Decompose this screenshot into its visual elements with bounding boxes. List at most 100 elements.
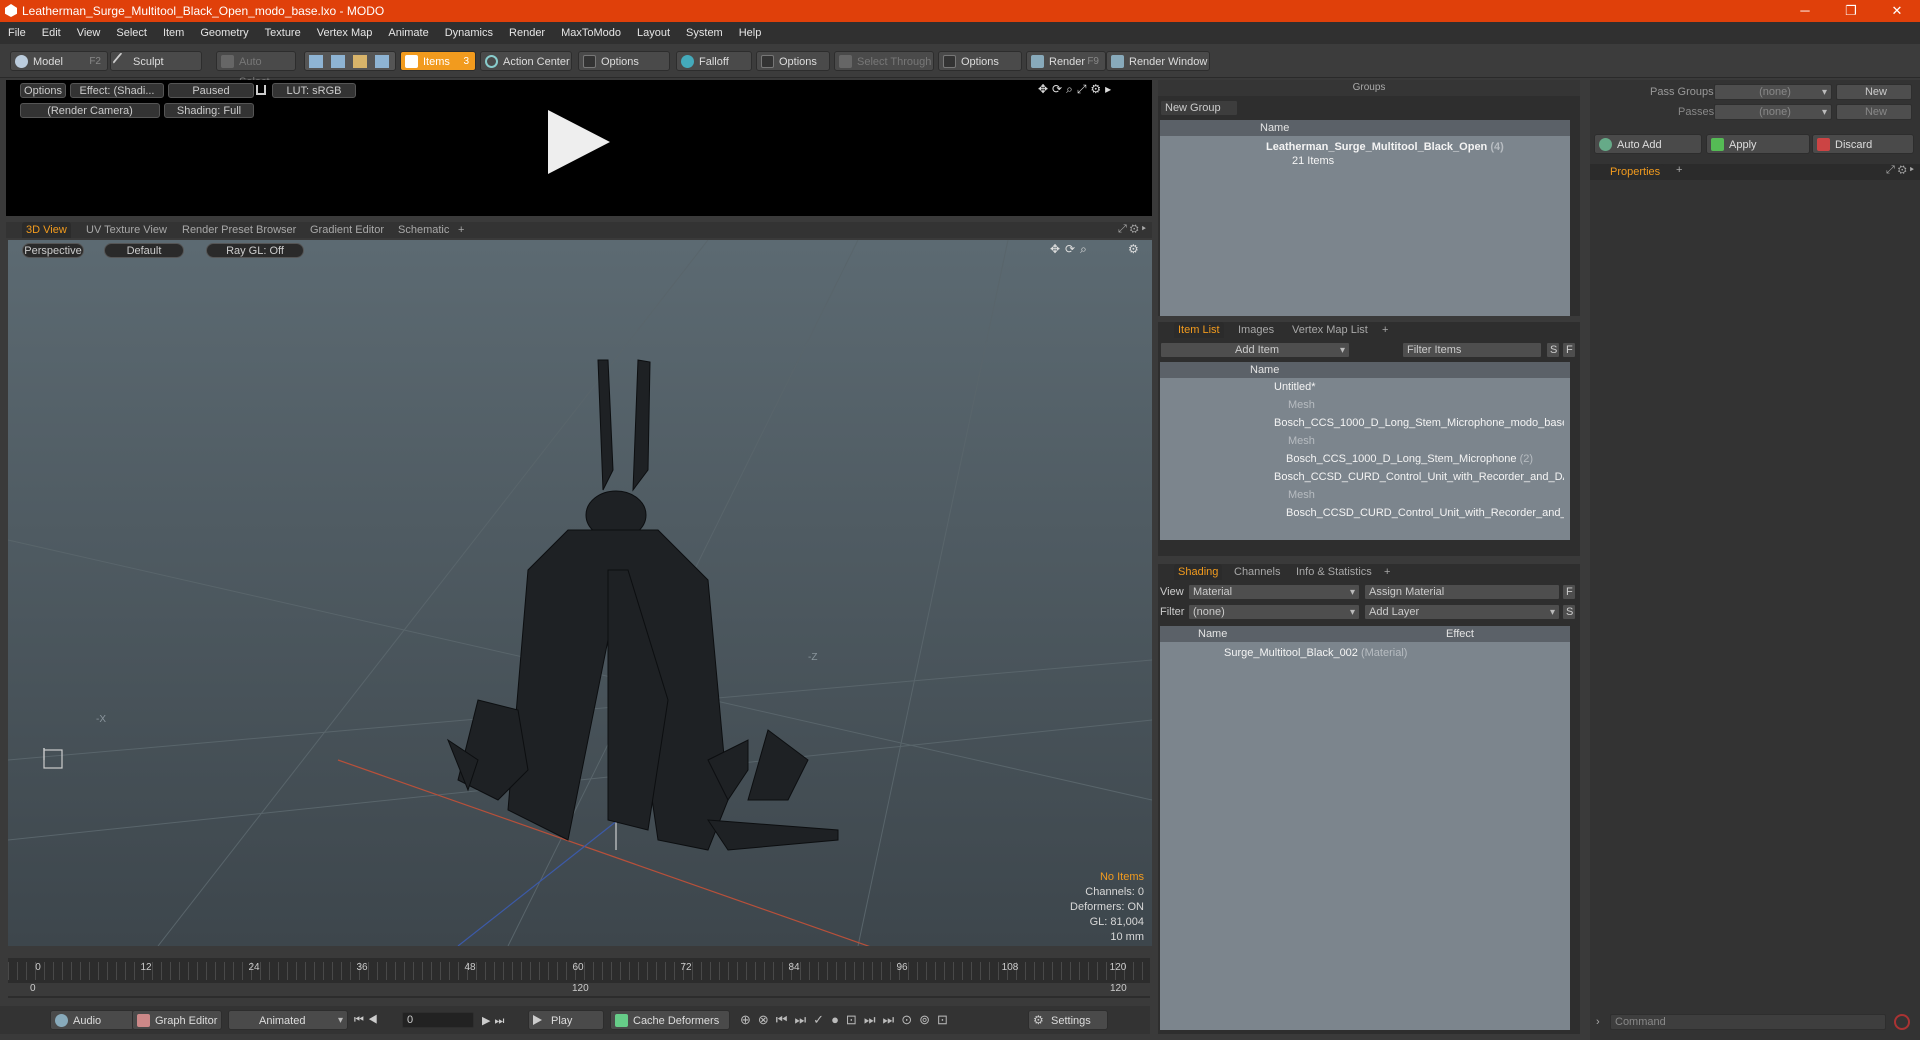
list-item[interactable]: Bosch_CCSD_CURD_Control_Unit_with_Record…: [1286, 506, 1564, 521]
material-row[interactable]: Surge_Multitool_Black_002 (Material): [1224, 646, 1444, 661]
menu-layout[interactable]: Layout: [629, 27, 678, 39]
perspective-dropdown[interactable]: Perspective: [22, 243, 84, 258]
viewport-panel-icons[interactable]: ⤢ ⚙ ▸: [1118, 223, 1146, 236]
menu-maxtomodo[interactable]: MaxToModo: [553, 27, 629, 39]
vertices-icon[interactable]: [309, 55, 323, 68]
add-tab-button-2[interactable]: +: [1378, 322, 1392, 338]
close-button[interactable]: ✕: [1874, 0, 1920, 22]
tab-item-list[interactable]: Item List: [1174, 322, 1224, 338]
paused-button[interactable]: Paused: [168, 83, 254, 98]
settings-button[interactable]: ⚙ Settings: [1028, 1010, 1108, 1030]
lut-dropdown[interactable]: LUT: sRGB: [272, 83, 356, 98]
menu-render[interactable]: Render: [501, 27, 553, 39]
filter-s-button[interactable]: S: [1546, 342, 1560, 358]
polygons-icon[interactable]: [353, 55, 367, 68]
new-pass-group-button[interactable]: New: [1836, 84, 1912, 100]
restore-button[interactable]: ❐: [1828, 0, 1874, 22]
menu-view[interactable]: View: [69, 27, 109, 39]
group-item[interactable]: Leatherman_Surge_Multitool_Black_Open (4…: [1266, 140, 1566, 155]
list-item[interactable]: Bosch_CCS_1000_D_Long_Stem_Microphone (2…: [1286, 452, 1564, 467]
falloff-options-button[interactable]: Options: [756, 51, 830, 71]
tab-3d-view[interactable]: 3D View: [22, 222, 71, 238]
menu-animate[interactable]: Animate: [380, 27, 436, 39]
tab-gradient-editor[interactable]: Gradient Editor: [306, 222, 388, 238]
filter-items-input[interactable]: Filter Items: [1402, 342, 1542, 358]
menu-edit[interactable]: Edit: [34, 27, 69, 39]
timeline[interactable]: 0 12 24 36 48 60 72 84 96 108 120 0 120 …: [8, 958, 1150, 998]
menu-system[interactable]: System: [678, 27, 731, 39]
menu-select[interactable]: Select: [108, 27, 155, 39]
action-center-button[interactable]: Action Center: [480, 51, 572, 71]
add-tab-button-3[interactable]: +: [1380, 564, 1394, 580]
tab-uv-texture-view[interactable]: UV Texture View: [82, 222, 171, 238]
play-render-icon[interactable]: [548, 110, 610, 174]
menu-dynamics[interactable]: Dynamics: [437, 27, 501, 39]
add-layer-dropdown[interactable]: Add Layer: [1364, 604, 1560, 620]
assign-material-button[interactable]: Assign Material: [1364, 584, 1560, 600]
model-mode-button[interactable]: Model F2: [10, 51, 108, 71]
tab-shading[interactable]: Shading: [1174, 564, 1223, 580]
3d-viewport[interactable]: Perspective Default Ray GL: Off ✥⟳⌕ ⚙ -X…: [8, 240, 1152, 946]
tab-channels[interactable]: Channels: [1230, 564, 1284, 580]
filter-dropdown[interactable]: (none): [1188, 604, 1360, 620]
view-dropdown[interactable]: Material: [1188, 584, 1360, 600]
new-group-button[interactable]: New Group: [1160, 100, 1238, 116]
materials-icon[interactable]: [375, 55, 389, 68]
audio-button[interactable]: Audio: [50, 1010, 134, 1030]
auto-select-button[interactable]: Auto Select: [216, 51, 296, 88]
tab-properties[interactable]: Properties: [1606, 164, 1665, 180]
shading-s-button[interactable]: S: [1562, 604, 1576, 620]
viewport-nav-icons[interactable]: ✥⟳⌕: [1050, 242, 1092, 257]
menu-vertex-map[interactable]: Vertex Map: [309, 27, 381, 39]
step-forward-icons[interactable]: ▶⏭: [482, 1014, 508, 1028]
animated-dropdown[interactable]: Animated: [228, 1010, 348, 1031]
cache-deformers-button[interactable]: Cache Deformers: [610, 1010, 730, 1030]
filter-f-button[interactable]: F: [1562, 342, 1576, 358]
list-item[interactable]: Mesh: [1288, 434, 1564, 449]
skip-back-icons[interactable]: ⏮◀: [354, 1014, 382, 1027]
list-item[interactable]: Mesh: [1288, 488, 1564, 503]
menu-texture[interactable]: Texture: [257, 27, 309, 39]
preview-nav-icons[interactable]: ✥⟳⌕⤢⚙▸: [1038, 82, 1115, 97]
new-pass-button[interactable]: New: [1836, 104, 1912, 120]
menu-help[interactable]: Help: [731, 27, 770, 39]
edges-icon[interactable]: [331, 55, 345, 68]
select-through-button[interactable]: Select Through: [834, 51, 934, 71]
selection-mode-group[interactable]: [304, 51, 396, 71]
tab-images[interactable]: Images: [1234, 322, 1278, 338]
add-properties-tab[interactable]: +: [1676, 164, 1682, 176]
pass-groups-dropdown[interactable]: (none): [1714, 84, 1832, 100]
menu-geometry[interactable]: Geometry: [192, 27, 256, 39]
list-item[interactable]: Bosch_CCSD_CURD_Control_Unit_with_Record…: [1274, 470, 1564, 485]
graph-editor-button[interactable]: Graph Editor: [132, 1010, 222, 1030]
apply-button[interactable]: Apply: [1706, 134, 1810, 154]
viewport-settings-icon[interactable]: ⚙: [1128, 242, 1139, 256]
list-item[interactable]: Mesh: [1288, 398, 1564, 413]
command-stop-icon[interactable]: [1894, 1014, 1910, 1030]
action-center-options-button[interactable]: Options: [578, 51, 670, 71]
transport-key-icons[interactable]: ⊕⊗⏮⏭✓●⊡⏭⏭⊙⊚⊡: [740, 1012, 955, 1028]
tab-render-preset-browser[interactable]: Render Preset Browser: [178, 222, 300, 238]
items-mode-button[interactable]: Items 3: [400, 51, 476, 71]
tab-vertex-map-list[interactable]: Vertex Map List: [1288, 322, 1372, 338]
sculpt-mode-button[interactable]: Sculpt: [110, 51, 202, 71]
play-button[interactable]: Play: [528, 1010, 604, 1030]
command-input[interactable]: Command: [1610, 1014, 1886, 1030]
tab-schematic[interactable]: Schematic: [394, 222, 453, 238]
shading-dropdown[interactable]: Shading: Full: [164, 103, 254, 118]
raygl-dropdown[interactable]: Ray GL: Off: [206, 243, 304, 258]
default-dropdown[interactable]: Default: [104, 243, 184, 258]
discard-button[interactable]: Discard: [1812, 134, 1914, 154]
add-tab-button[interactable]: +: [454, 222, 468, 238]
properties-panel-icons[interactable]: ⤢ ⚙ ▸: [1886, 164, 1914, 177]
frame-field[interactable]: 0: [402, 1012, 474, 1028]
shading-f-button[interactable]: F: [1562, 584, 1576, 600]
list-item[interactable]: Untitled*: [1274, 380, 1564, 395]
auto-add-button[interactable]: Auto Add: [1594, 134, 1702, 154]
list-item[interactable]: Bosch_CCS_1000_D_Long_Stem_Microphone_mo…: [1274, 416, 1564, 431]
menu-item[interactable]: Item: [155, 27, 192, 39]
tab-info-statistics[interactable]: Info & Statistics: [1292, 564, 1376, 580]
passes-dropdown[interactable]: (none): [1714, 104, 1832, 120]
preview-options-button[interactable]: Options: [20, 83, 66, 98]
render-window-button[interactable]: Render Window: [1106, 51, 1210, 71]
